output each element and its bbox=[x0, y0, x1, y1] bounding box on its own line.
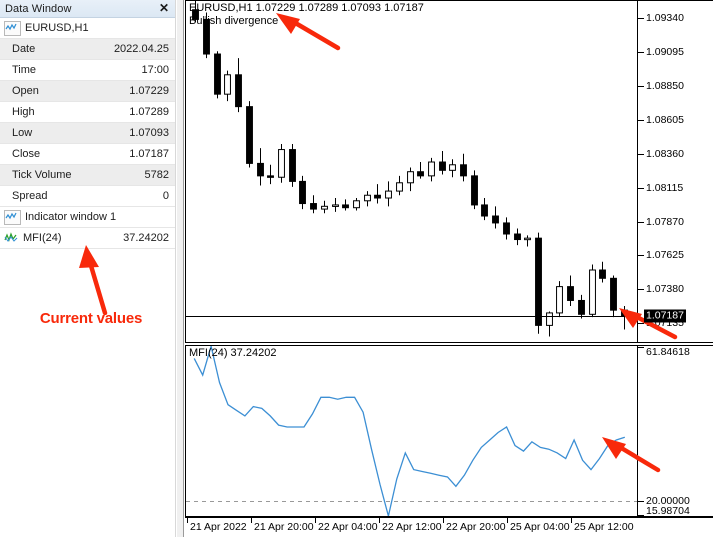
table-row[interactable]: Tick Volume 5782 bbox=[0, 164, 175, 186]
indicator-row-label: MFI(24) bbox=[23, 232, 62, 244]
time-tick-label: 22 Apr 04:00 bbox=[318, 521, 378, 533]
table-row[interactable]: Open 1.07229 bbox=[0, 80, 175, 102]
chart-area: EURUSD,H1 1.07229 1.07289 1.07093 1.0718… bbox=[185, 0, 713, 537]
row-label: Close bbox=[0, 143, 88, 165]
price-tick-label: 1.08115 bbox=[646, 181, 684, 194]
price-tick bbox=[638, 119, 644, 121]
row-value: 17:00 bbox=[87, 59, 175, 81]
current-price-line bbox=[186, 316, 637, 317]
time-tick bbox=[507, 518, 508, 523]
current-price-tag: 1.07187 bbox=[644, 309, 686, 323]
symbol-group-label: EURUSD,H1 bbox=[25, 22, 89, 34]
chart-wave-icon bbox=[4, 20, 21, 36]
divergence-annotation-label: Bullish divergence bbox=[189, 15, 279, 27]
symbol-group-row[interactable]: EURUSD,H1 bbox=[0, 18, 175, 39]
row-label: Time bbox=[0, 59, 88, 81]
price-tick-label: 1.09095 bbox=[646, 45, 684, 58]
time-tick-label: 25 Apr 04:00 bbox=[510, 521, 570, 533]
price-tick bbox=[638, 153, 644, 155]
row-value: 1.07289 bbox=[87, 101, 175, 123]
time-tick-label: 21 Apr 2022 bbox=[190, 521, 247, 533]
row-value: 1.07093 bbox=[87, 122, 175, 144]
price-tick bbox=[638, 323, 644, 325]
time-tick bbox=[571, 518, 572, 523]
price-tick-label: 1.07870 bbox=[646, 215, 684, 228]
time-tick-label: 25 Apr 12:00 bbox=[574, 521, 634, 533]
time-tick bbox=[443, 518, 444, 523]
row-label: High bbox=[0, 101, 88, 123]
indicator-group-label: Indicator window 1 bbox=[25, 211, 117, 223]
data-window-panel: Data Window ✕ EURUSD,H1 Date 2022.04.25 … bbox=[0, 0, 176, 537]
time-tick bbox=[315, 518, 316, 523]
row-value: 1.07187 bbox=[87, 143, 175, 165]
data-window-titlebar: Data Window ✕ bbox=[0, 0, 175, 18]
panel-splitter[interactable] bbox=[176, 0, 184, 537]
indicator-tick-label: 61.84618 bbox=[646, 346, 690, 358]
metatrader-window: Data Window ✕ EURUSD,H1 Date 2022.04.25 … bbox=[0, 0, 713, 537]
panel-arrow-icon bbox=[79, 245, 108, 315]
indicator-group-row[interactable]: Indicator window 1 bbox=[0, 206, 175, 228]
row-value: 1.07229 bbox=[87, 80, 175, 102]
price-tick-label: 1.08850 bbox=[646, 79, 684, 92]
table-row[interactable]: High 1.07289 bbox=[0, 101, 175, 123]
time-tick bbox=[251, 518, 252, 523]
indicator-tick-label: 15.98704 bbox=[646, 505, 690, 517]
row-label: Tick Volume bbox=[0, 164, 88, 186]
table-row[interactable]: MFI(24) 37.24202 bbox=[0, 227, 175, 249]
table-row[interactable]: Spread 0 bbox=[0, 185, 175, 207]
table-row[interactable]: Low 1.07093 bbox=[0, 122, 175, 144]
price-tick-label: 1.07380 bbox=[646, 283, 684, 296]
row-value: 0 bbox=[87, 185, 175, 207]
indicator-pane[interactable]: MFI(24) 37.24202 bbox=[185, 345, 638, 517]
indicator-tick bbox=[638, 515, 644, 516]
price-tick bbox=[638, 187, 644, 189]
price-tick bbox=[638, 255, 644, 257]
indicator-tick bbox=[638, 347, 644, 348]
table-row[interactable]: Time 17:00 bbox=[0, 59, 175, 81]
data-window-table: EURUSD,H1 Date 2022.04.25 Time 17:00 Ope… bbox=[0, 18, 175, 249]
time-tick-label: 21 Apr 20:00 bbox=[254, 521, 314, 533]
price-tick bbox=[638, 85, 644, 87]
mfi-line-series bbox=[186, 346, 637, 516]
row-label: Date bbox=[0, 38, 88, 60]
table-row[interactable]: Close 1.07187 bbox=[0, 143, 175, 165]
price-tick-label: 1.07625 bbox=[646, 249, 684, 262]
indicator-axis[interactable]: 61.84618 20.00000 15.98704 bbox=[638, 345, 713, 517]
indicator-row-value: 37.24202 bbox=[87, 227, 175, 249]
row-label: Low bbox=[0, 122, 88, 144]
price-chart-pane[interactable]: EURUSD,H1 1.07229 1.07289 1.07093 1.0718… bbox=[185, 0, 638, 343]
indicator-header-label: MFI(24) 37.24202 bbox=[189, 347, 277, 359]
chart-wave-icon bbox=[4, 209, 21, 225]
price-axis[interactable]: 1.09340 1.09095 1.08850 1.08605 1.08360 1.081… bbox=[638, 0, 713, 343]
price-tick-label: 1.09340 bbox=[646, 12, 684, 25]
indicator-wave-icon bbox=[4, 231, 19, 245]
chart-header-label: EURUSD,H1 1.07229 1.07289 1.07093 1.0718… bbox=[189, 2, 424, 14]
price-tick bbox=[638, 221, 644, 223]
row-label: Spread bbox=[0, 185, 88, 207]
price-tick bbox=[638, 289, 644, 291]
close-icon[interactable]: ✕ bbox=[157, 1, 171, 15]
price-tick-label: 1.08360 bbox=[646, 147, 684, 160]
indicator-tick bbox=[638, 501, 644, 503]
time-tick bbox=[379, 518, 380, 523]
table-row[interactable]: Date 2022.04.25 bbox=[0, 38, 175, 60]
row-label: Open bbox=[0, 80, 88, 102]
time-tick-label: 22 Apr 12:00 bbox=[382, 521, 442, 533]
price-tick bbox=[638, 51, 644, 53]
time-axis[interactable]: 21 Apr 2022 21 Apr 20:00 22 Apr 04:00 22 Ap… bbox=[185, 517, 713, 537]
current-values-annotation: Current values bbox=[39, 310, 143, 327]
time-tick bbox=[187, 518, 188, 523]
data-window-title: Data Window bbox=[5, 2, 72, 15]
price-tick-label: 1.08605 bbox=[646, 113, 684, 126]
time-tick-label: 22 Apr 20:00 bbox=[446, 521, 506, 533]
row-value: 2022.04.25 bbox=[87, 38, 175, 60]
price-tick bbox=[638, 18, 644, 20]
row-value: 5782 bbox=[87, 164, 175, 186]
